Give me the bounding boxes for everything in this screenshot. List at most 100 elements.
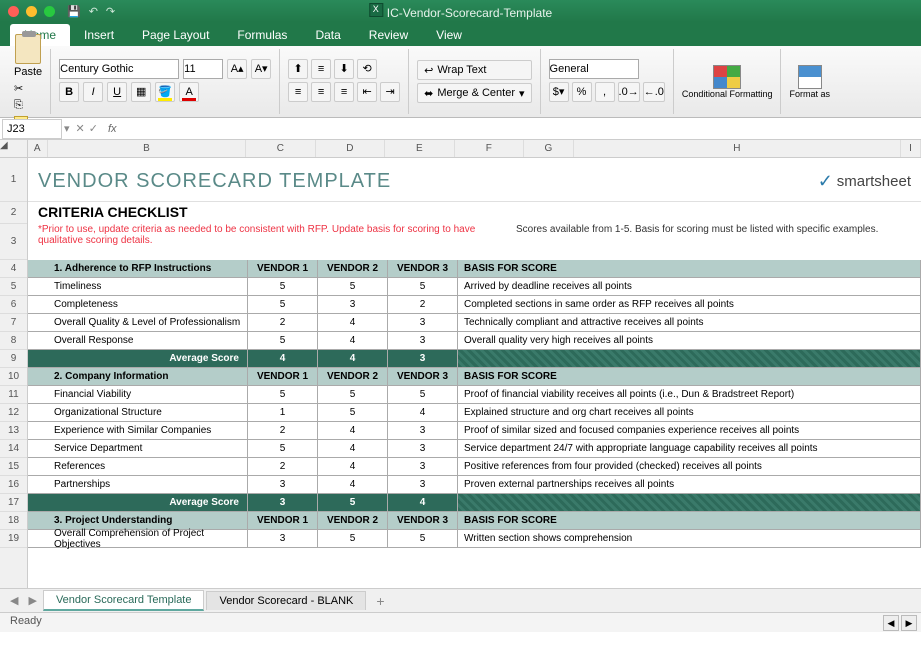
score-v1: 5 bbox=[248, 386, 318, 403]
wrap-text-button[interactable]: ↩ Wrap Text bbox=[417, 60, 531, 80]
fill-color-button[interactable]: 🪣 bbox=[155, 82, 175, 102]
align-bottom-button[interactable]: ⬇ bbox=[334, 59, 354, 79]
row-17[interactable]: 17 bbox=[0, 494, 27, 512]
formula-input[interactable] bbox=[121, 119, 921, 139]
percent-button[interactable]: % bbox=[572, 82, 592, 102]
col-E[interactable]: E bbox=[385, 140, 454, 157]
qat-save-icon[interactable]: 💾 bbox=[67, 5, 81, 18]
increase-font-button[interactable]: A▴ bbox=[227, 59, 247, 79]
align-left-button[interactable]: ≡ bbox=[288, 82, 308, 102]
add-sheet-button[interactable]: + bbox=[368, 593, 392, 609]
paste-button[interactable]: Paste bbox=[14, 34, 42, 78]
number-format-select[interactable] bbox=[549, 59, 639, 79]
row-3[interactable]: 3 bbox=[0, 224, 27, 260]
score-v3: 5 bbox=[388, 386, 458, 403]
worksheet[interactable]: VENDOR SCORECARD TEMPLATE ✓smartsheet CR… bbox=[28, 158, 921, 588]
tab-view[interactable]: View bbox=[422, 24, 476, 46]
indent-decrease-button[interactable]: ⇤ bbox=[357, 82, 377, 102]
row-19[interactable]: 19 bbox=[0, 530, 27, 548]
row-10[interactable]: 10 bbox=[0, 368, 27, 386]
scroll-left-button[interactable]: ◀ bbox=[883, 615, 899, 631]
copy-icon[interactable]: ⎘ bbox=[14, 99, 28, 112]
name-box[interactable] bbox=[2, 119, 62, 139]
col-B[interactable]: B bbox=[48, 140, 246, 157]
score-v3: 3 bbox=[388, 422, 458, 439]
align-middle-button[interactable]: ≡ bbox=[311, 59, 331, 79]
fx-icon[interactable]: fx bbox=[104, 123, 121, 135]
tab-nav-next[interactable]: ▶ bbox=[24, 594, 40, 607]
criteria-label: Completeness bbox=[48, 296, 248, 313]
score-v3: 2 bbox=[388, 296, 458, 313]
qat-undo-icon[interactable]: ↶ bbox=[89, 5, 98, 18]
indent-increase-button[interactable]: ⇥ bbox=[380, 82, 400, 102]
formula-bar: ▾ ✕ ✓ fx bbox=[0, 118, 921, 140]
row-9[interactable]: 9 bbox=[0, 350, 27, 368]
row-7[interactable]: 7 bbox=[0, 314, 27, 332]
align-top-button[interactable]: ⬆ bbox=[288, 59, 308, 79]
cut-icon[interactable]: ✂ bbox=[14, 82, 28, 95]
paste-label: Paste bbox=[14, 66, 42, 78]
tab-formulas[interactable]: Formulas bbox=[223, 24, 301, 46]
row-5[interactable]: 5 bbox=[0, 278, 27, 296]
row-16[interactable]: 16 bbox=[0, 476, 27, 494]
merge-center-button[interactable]: ⬌ Merge & Center ▾ bbox=[417, 83, 531, 103]
score-v2: 4 bbox=[318, 458, 388, 475]
row-13[interactable]: 13 bbox=[0, 422, 27, 440]
tab-data[interactable]: Data bbox=[301, 24, 354, 46]
col-C[interactable]: C bbox=[246, 140, 315, 157]
tab-insert[interactable]: Insert bbox=[70, 24, 128, 46]
format-as-table-button[interactable]: Format as bbox=[781, 49, 838, 114]
row-4[interactable]: 4 bbox=[0, 260, 27, 278]
col-H[interactable]: H bbox=[574, 140, 901, 157]
zoom-window-button[interactable] bbox=[44, 6, 55, 17]
row-11[interactable]: 11 bbox=[0, 386, 27, 404]
sheet-tab-blank[interactable]: Vendor Scorecard - BLANK bbox=[206, 591, 366, 610]
row-14[interactable]: 14 bbox=[0, 440, 27, 458]
row-2[interactable]: 2 bbox=[0, 202, 27, 224]
align-right-button[interactable]: ≡ bbox=[334, 82, 354, 102]
score-v1: 5 bbox=[248, 332, 318, 349]
decrease-decimal-button[interactable]: ←.0 bbox=[643, 82, 665, 102]
tab-review[interactable]: Review bbox=[355, 24, 422, 46]
criteria-label: Overall Response bbox=[48, 332, 248, 349]
row-1[interactable]: 1 bbox=[0, 158, 27, 202]
column-headers: ◢ A B C D E F G H I bbox=[0, 140, 921, 158]
col-I[interactable]: I bbox=[901, 140, 921, 157]
align-center-button[interactable]: ≡ bbox=[311, 82, 331, 102]
orientation-button[interactable]: ⟲ bbox=[357, 59, 377, 79]
row-18[interactable]: 18 bbox=[0, 512, 27, 530]
underline-button[interactable]: U bbox=[107, 82, 127, 102]
decrease-font-button[interactable]: A▾ bbox=[251, 59, 271, 79]
cancel-formula-icon[interactable]: ✕ bbox=[76, 122, 85, 135]
titlebar: 💾 ↶ ↷ IC-Vendor-Scorecard-Template bbox=[0, 0, 921, 22]
tab-nav-prev[interactable]: ◀ bbox=[6, 594, 22, 607]
col-A[interactable]: A bbox=[28, 140, 48, 157]
criteria-label: Overall Comprehension of Project Objecti… bbox=[48, 530, 248, 547]
col-G[interactable]: G bbox=[524, 140, 574, 157]
qat-redo-icon[interactable]: ↷ bbox=[106, 5, 115, 18]
comma-button[interactable]: , bbox=[595, 82, 615, 102]
col-F[interactable]: F bbox=[455, 140, 524, 157]
conditional-formatting-button[interactable]: Conditional Formatting bbox=[674, 49, 782, 114]
enter-formula-icon[interactable]: ✓ bbox=[89, 122, 98, 135]
italic-button[interactable]: I bbox=[83, 82, 103, 102]
col-D[interactable]: D bbox=[316, 140, 385, 157]
font-name-select[interactable] bbox=[59, 59, 179, 79]
font-size-select[interactable] bbox=[183, 59, 223, 79]
row-8[interactable]: 8 bbox=[0, 332, 27, 350]
row-15[interactable]: 15 bbox=[0, 458, 27, 476]
sheet-tab-active[interactable]: Vendor Scorecard Template bbox=[43, 590, 205, 611]
select-all-corner[interactable]: ◢ bbox=[0, 140, 28, 157]
score-v1: 5 bbox=[248, 296, 318, 313]
row-6[interactable]: 6 bbox=[0, 296, 27, 314]
currency-button[interactable]: $▾ bbox=[549, 82, 569, 102]
font-color-button[interactable]: A bbox=[179, 82, 199, 102]
increase-decimal-button[interactable]: .0→ bbox=[618, 82, 640, 102]
minimize-window-button[interactable] bbox=[26, 6, 37, 17]
bold-button[interactable]: B bbox=[59, 82, 79, 102]
close-window-button[interactable] bbox=[8, 6, 19, 17]
row-12[interactable]: 12 bbox=[0, 404, 27, 422]
border-button[interactable]: ▦ bbox=[131, 82, 151, 102]
tab-page-layout[interactable]: Page Layout bbox=[128, 24, 223, 46]
scroll-right-button[interactable]: ▶ bbox=[901, 615, 917, 631]
